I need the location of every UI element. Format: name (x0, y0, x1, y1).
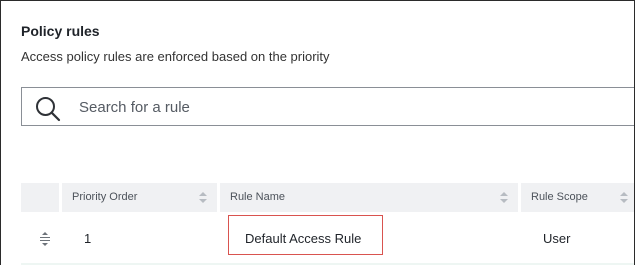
rule-name-cell[interactable]: Default Access Rule (245, 231, 361, 246)
search-placeholder: Search for a rule (79, 99, 190, 116)
policy-rules-panel: Policy rules Access policy rules are enf… (0, 0, 635, 265)
sort-icon[interactable] (199, 192, 207, 203)
search-icon (36, 97, 61, 122)
column-header-label: Rule Name (230, 191, 286, 203)
table-row[interactable]: 1 Default Access Rule User (21, 215, 634, 263)
section-subtitle: Access policy rules are enforced based o… (21, 49, 330, 64)
section-title: Policy rules (21, 23, 100, 39)
rule-name-highlight[interactable]: Default Access Rule (228, 215, 383, 255)
priority-order-cell: 1 (84, 231, 92, 246)
column-header-priority-order[interactable]: Priority Order (62, 183, 217, 212)
sort-icon[interactable] (620, 192, 628, 203)
column-header-rule-name[interactable]: Rule Name (220, 183, 518, 212)
column-header-label: Priority Order (72, 191, 138, 203)
column-header-rule-scope[interactable]: Rule Scope (521, 183, 634, 212)
sort-icon[interactable] (500, 192, 508, 203)
drag-handle-icon[interactable] (39, 232, 51, 246)
row-divider (21, 263, 634, 265)
header-drag-column (21, 183, 59, 212)
table-header: Priority Order Rule Name Rule Scope (21, 183, 634, 212)
rule-scope-cell: User (543, 231, 571, 246)
search-rule-input[interactable]: Search for a rule (21, 87, 634, 126)
column-header-label: Rule Scope (531, 191, 588, 203)
